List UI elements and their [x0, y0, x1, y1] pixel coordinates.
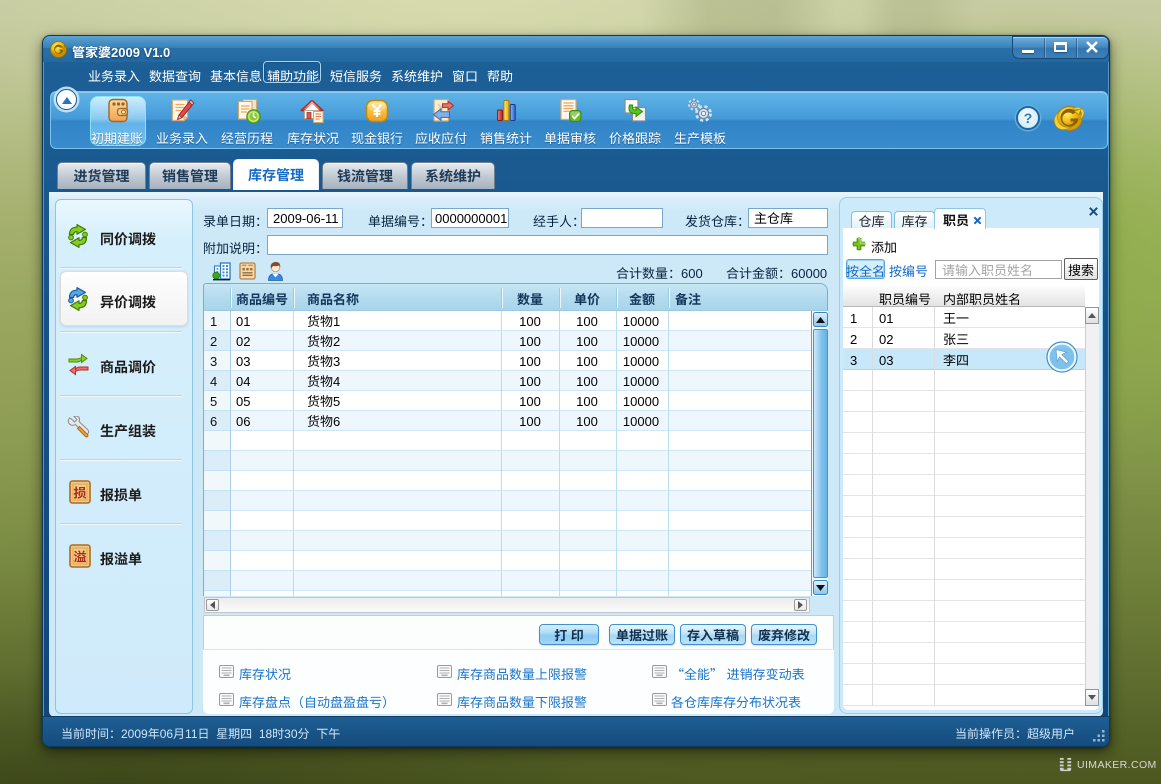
- svg-text:溢: 溢: [73, 547, 86, 566]
- svg-text:损: 损: [73, 483, 86, 502]
